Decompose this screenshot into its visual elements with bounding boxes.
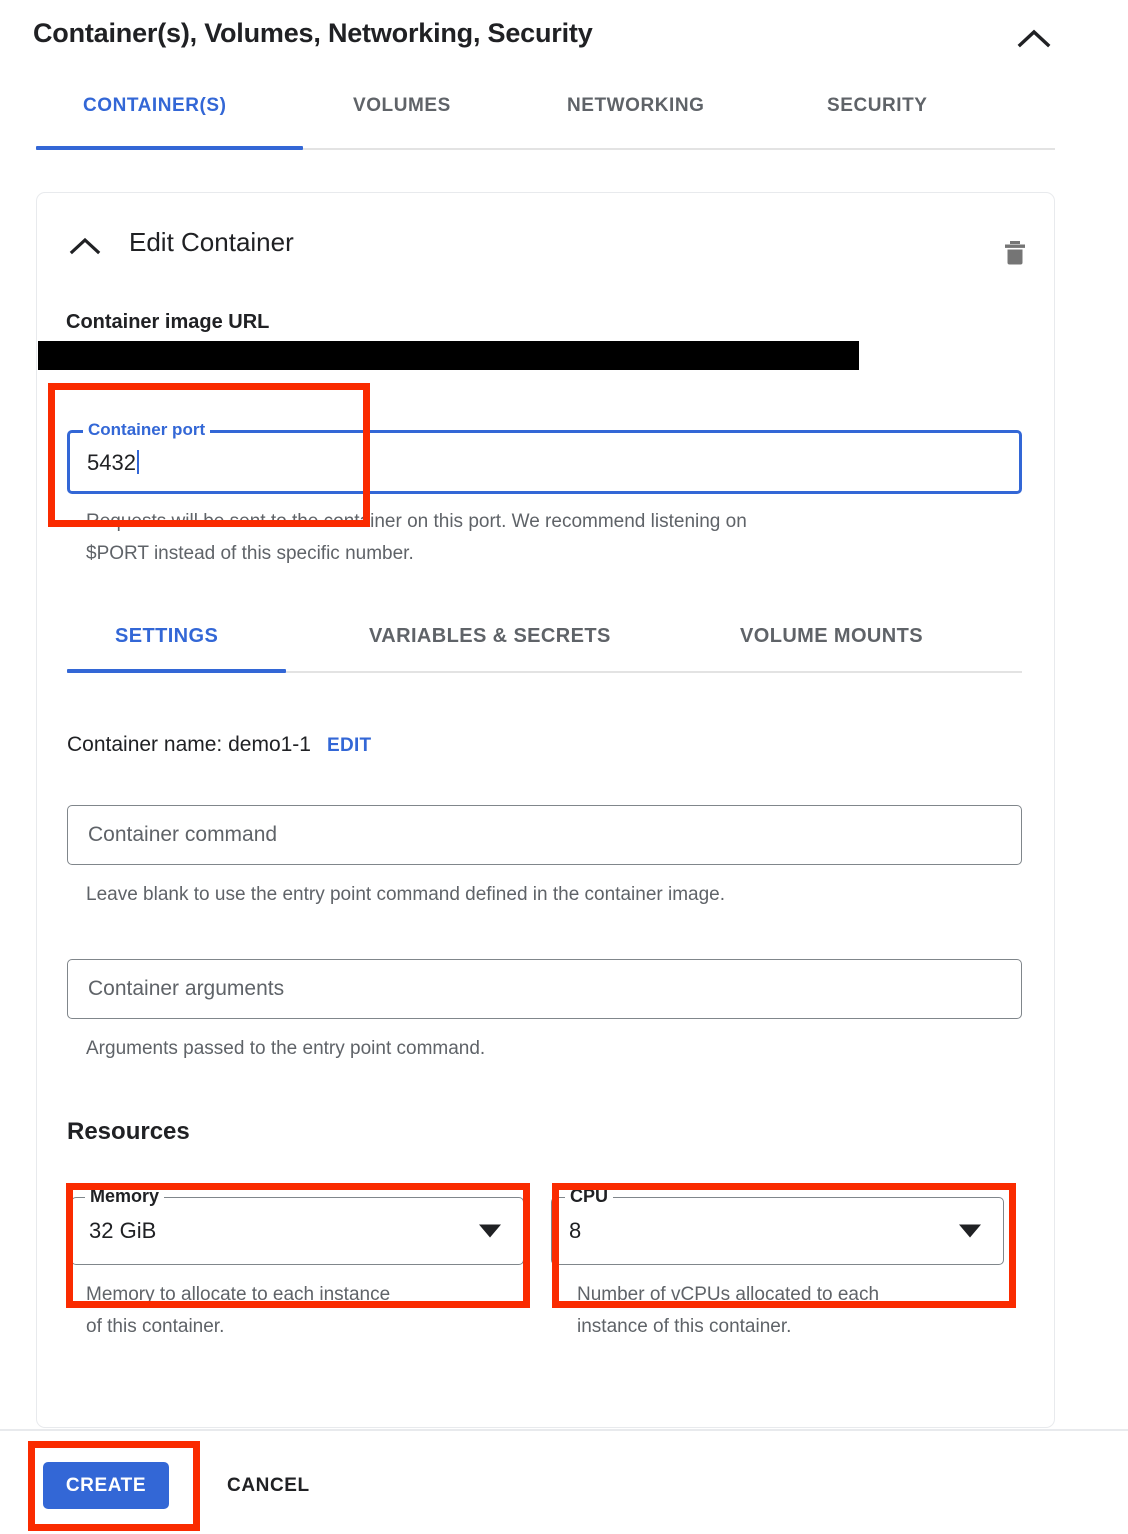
container-port-helper-line-1: Requests will be sent to the container o…: [86, 506, 1016, 538]
container-port-value: 5432: [87, 450, 139, 476]
inner-tabs: SETTINGS VARIABLES & SECRETS VOLUME MOUN…: [67, 625, 1022, 665]
memory-select[interactable]: Memory 32 GiB: [71, 1197, 524, 1265]
container-command-placeholder: Container command: [88, 823, 277, 847]
bottom-divider: [0, 1429, 1128, 1431]
tab-variables-secrets[interactable]: VARIABLES & SECRETS: [369, 625, 611, 648]
tab-volumes[interactable]: VOLUMES: [353, 95, 451, 147]
card-title: Edit Container: [129, 227, 294, 258]
container-port-field[interactable]: Container port 5432: [67, 430, 1022, 494]
trash-icon[interactable]: [995, 233, 1035, 273]
container-arguments-helper: Arguments passed to the entry point comm…: [86, 1033, 1016, 1065]
tab-containers[interactable]: CONTAINER(S): [83, 95, 226, 147]
edit-container-name-link[interactable]: EDIT: [327, 735, 371, 756]
create-button[interactable]: CREATE: [43, 1462, 169, 1509]
edit-container-card: Edit Container Container image URL Conta…: [36, 192, 1055, 1428]
container-port-helper-line-2: $PORT instead of this specific number.: [86, 538, 1016, 570]
chevron-up-icon[interactable]: [67, 235, 103, 259]
container-name-text: Container name: demo1-1: [67, 733, 311, 756]
container-port-label: Container port: [83, 420, 210, 440]
inner-tabs-active-indicator: [67, 669, 286, 673]
resources-heading: Resources: [67, 1118, 190, 1146]
chevron-down-icon[interactable]: [479, 1225, 501, 1238]
tab-settings[interactable]: SETTINGS: [115, 625, 218, 648]
tab-networking[interactable]: NETWORKING: [567, 95, 704, 147]
memory-helper-line-2: of this container.: [86, 1311, 516, 1343]
page-title: Container(s), Volumes, Networking, Secur…: [33, 18, 593, 49]
chevron-down-icon[interactable]: [959, 1225, 981, 1238]
container-arguments-placeholder: Container arguments: [88, 977, 284, 1001]
text-caret: [137, 450, 139, 474]
redaction-bar: [38, 341, 859, 370]
tab-volume-mounts[interactable]: VOLUME MOUNTS: [740, 625, 923, 648]
memory-helper-line-1: Memory to allocate to each instance: [86, 1279, 516, 1311]
cpu-helper-line-1: Number of vCPUs allocated to each: [577, 1279, 1007, 1311]
card-header: Edit Container: [37, 215, 1054, 277]
section-header: Container(s), Volumes, Networking, Secur…: [0, 0, 1128, 74]
container-arguments-input[interactable]: Container arguments: [67, 959, 1022, 1019]
container-name-row: Container name: demo1-1 EDIT: [67, 733, 371, 757]
tab-security[interactable]: SECURITY: [827, 95, 927, 147]
cpu-select[interactable]: CPU 8: [551, 1197, 1004, 1265]
main-tabs: CONTAINER(S) VOLUMES NETWORKING SECURITY: [36, 95, 1055, 150]
container-command-helper: Leave blank to use the entry point comma…: [86, 879, 1016, 911]
memory-label: Memory: [85, 1186, 164, 1207]
cpu-helper-line-2: instance of this container.: [577, 1311, 1007, 1343]
container-port-text: 5432: [87, 450, 136, 475]
chevron-up-icon[interactable]: [1012, 24, 1056, 54]
container-command-input[interactable]: Container command: [67, 805, 1022, 865]
main-tabs-active-indicator: [36, 146, 303, 150]
container-image-url-label: Container image URL: [66, 311, 269, 334]
cpu-value: 8: [569, 1218, 581, 1244]
cancel-button[interactable]: CANCEL: [209, 1462, 328, 1509]
cpu-label: CPU: [565, 1186, 613, 1207]
memory-value: 32 GiB: [89, 1218, 156, 1244]
